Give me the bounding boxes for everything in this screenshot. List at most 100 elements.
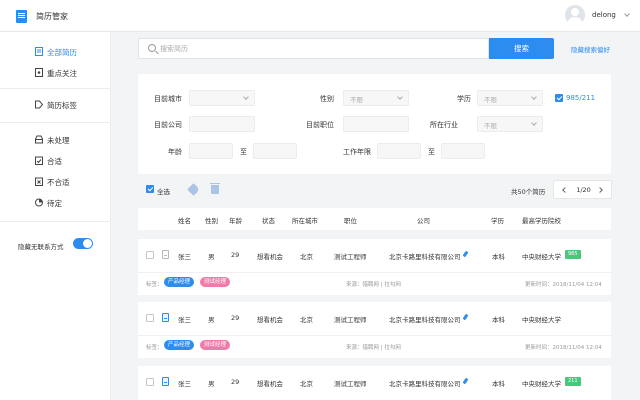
- tag-label: 标签：: [146, 282, 163, 288]
- cell-age: 29: [231, 378, 240, 386]
- cell-company: 北京卡路里科技有限公司: [389, 380, 461, 388]
- experience-max-input[interactable]: [441, 143, 485, 159]
- cell-education: 本科: [492, 316, 505, 324]
- gender-value: 不限: [350, 96, 363, 104]
- sidebar-item-label: 简历标签: [47, 101, 77, 110]
- cell-age: 29: [231, 251, 240, 259]
- cell-city: 北京: [300, 253, 313, 261]
- top-bar: 简历管家 delong: [0, 0, 640, 32]
- hide-no-contact-toggle[interactable]: [73, 238, 93, 249]
- sidebar-item-focus[interactable]: 重点关注: [0, 64, 111, 82]
- sidebar-item-unprocessed[interactable]: 未处理: [0, 131, 111, 149]
- hide-search-preference-link[interactable]: 隐藏搜索偏好: [571, 44, 610, 54]
- sidebar-item-label: 不合适: [47, 178, 70, 187]
- cell-school: 中央财经大学: [522, 380, 561, 388]
- experience-min-input[interactable]: [377, 143, 421, 159]
- tag-label: 标签：: [146, 345, 163, 351]
- tag-icon: [35, 100, 43, 109]
- chevron-down-icon: [531, 94, 537, 100]
- city-label: 目前城市: [154, 95, 182, 103]
- cell-gender: 男: [208, 253, 215, 261]
- gender-select[interactable]: 不限: [343, 90, 409, 106]
- resume-card[interactable]: 张三 男 29 想看机会 北京 测试工程师 北京卡路里科技有限公司 本科 中央财…: [138, 366, 611, 400]
- tag-chip[interactable]: 产品经理: [164, 340, 195, 350]
- pin-icon: [462, 313, 469, 321]
- city-select[interactable]: [189, 90, 255, 106]
- education-select[interactable]: 不限: [477, 90, 543, 106]
- search-input[interactable]: [160, 42, 460, 56]
- resume-doc-icon: [162, 313, 169, 322]
- cell-school: 中央财经大学: [522, 316, 561, 324]
- school-985-211-checkbox[interactable]: [555, 94, 563, 102]
- tag-chip[interactable]: 测试经理: [200, 340, 231, 350]
- sidebar-item-suitable[interactable]: 合适: [0, 152, 111, 170]
- industry-value: 不限: [484, 122, 497, 130]
- cell-name[interactable]: 张三: [178, 314, 191, 324]
- chevron-down-icon[interactable]: [624, 11, 630, 17]
- age-max-input[interactable]: [253, 143, 297, 159]
- sidebar-item-label: 待定: [47, 199, 62, 208]
- source-text: 来源：猎聘网 | 拉勾网: [346, 282, 401, 288]
- column-header: 学历: [491, 217, 504, 225]
- age-min-input[interactable]: [189, 143, 233, 159]
- app-title: 简历管家: [36, 12, 68, 21]
- row-checkbox[interactable]: [146, 251, 154, 259]
- cell-city: 北京: [300, 316, 313, 324]
- cell-position: 测试工程师: [334, 253, 367, 261]
- cell-name[interactable]: 张三: [178, 251, 191, 261]
- school-badge: 985: [565, 250, 581, 259]
- cell-education: 本科: [492, 253, 505, 261]
- chevron-down-icon: [243, 94, 249, 100]
- industry-select[interactable]: 不限: [477, 116, 543, 132]
- divider: [138, 272, 611, 273]
- username[interactable]: delong: [592, 11, 616, 19]
- filter-panel: 目前城市 性别 不限 学历 不限 985/211 目前公司 目前职位 所在行业 …: [138, 74, 611, 174]
- resume-card[interactable]: 张三 男 29 想看机会 北京 测试工程师 北京卡路里科技有限公司 本科 中央财…: [138, 239, 611, 295]
- pin-icon: [462, 377, 469, 385]
- sidebar-item-all-resumes[interactable]: 全部简历: [0, 43, 111, 61]
- row-checkbox[interactable]: [146, 314, 154, 322]
- sidebar-item-tags[interactable]: 简历标签: [0, 96, 111, 114]
- all-resumes-icon: [35, 47, 43, 56]
- tag-chip[interactable]: 产品经理: [164, 277, 195, 287]
- divider: [0, 88, 111, 89]
- search-icon: [148, 44, 156, 52]
- star-doc-icon: [35, 68, 43, 77]
- school-badge: 211: [565, 377, 581, 386]
- row-checkbox[interactable]: [146, 378, 154, 386]
- position-input[interactable]: [343, 116, 409, 132]
- cell-status: 想看机会: [257, 253, 283, 261]
- inbox-icon: [35, 135, 43, 144]
- sidebar-item-pending[interactable]: 待定: [0, 194, 111, 212]
- sidebar-item-label: 未处理: [47, 136, 70, 145]
- resume-doc-icon: [162, 250, 169, 259]
- total-count: 共50个简历: [511, 188, 546, 196]
- source-text: 来源：猎聘网 | 拉勾网: [346, 345, 401, 351]
- table-header: 姓名 性别 年龄 状态 所在城市 职位 公司 学历 最高学历院校: [138, 208, 611, 230]
- sidebar-item-unsuitable[interactable]: 不合适: [0, 173, 111, 191]
- search-button[interactable]: 搜索: [489, 38, 554, 59]
- updated-time: 更新时间：2018/11/04 12:04: [525, 345, 602, 351]
- chevron-right-icon[interactable]: [597, 187, 603, 193]
- tag-chip[interactable]: 测试经理: [200, 277, 231, 287]
- select-all-checkbox[interactable]: [146, 185, 154, 193]
- user-avatar[interactable]: [565, 5, 585, 25]
- resume-card[interactable]: 张三 男 29 想看机会 北京 测试工程师 北京卡路里科技有限公司 本科 中央财…: [138, 302, 611, 358]
- pagination: 1/20: [553, 180, 612, 199]
- tag-icon[interactable]: [187, 183, 200, 196]
- column-header: 状态: [262, 217, 275, 225]
- sidebar-item-label: 重点关注: [47, 69, 77, 78]
- cell-gender: 男: [208, 316, 215, 324]
- column-header: 年龄: [229, 217, 242, 225]
- resume-doc-icon: [162, 377, 169, 386]
- pie-icon: [35, 198, 43, 207]
- cell-gender: 男: [208, 380, 215, 388]
- cell-position: 测试工程师: [334, 316, 367, 324]
- trash-icon[interactable]: [210, 183, 220, 194]
- sidebar: 全部简历 重点关注 简历标签 未处理 合适 不合适 待定 隐藏无联系方式: [0, 32, 111, 400]
- gender-label: 性别: [320, 95, 334, 103]
- cell-status: 想看机会: [257, 380, 283, 388]
- company-input[interactable]: [189, 116, 255, 132]
- chevron-left-icon[interactable]: [562, 187, 568, 193]
- cell-name[interactable]: 张三: [178, 378, 191, 388]
